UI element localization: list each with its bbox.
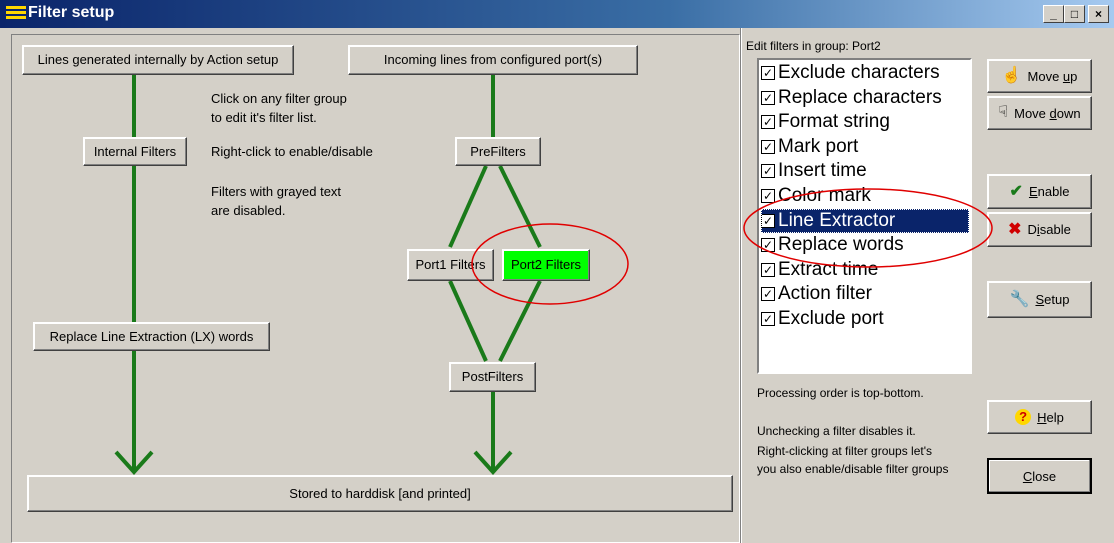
postfilters-button[interactable]: PostFilters [449,362,536,392]
filter-list-item[interactable]: ✓ Exclude characters [761,61,969,85]
port2-filters-button[interactable]: Port2 Filters [502,249,590,281]
move-up-button[interactable]: ☝ Move up [987,59,1092,93]
filter-list-item[interactable]: ✓ Action filter [761,282,969,306]
group-caption: Edit filters in group: Port2 [746,39,881,53]
move-down-button[interactable]: ☟ Move down [987,96,1092,130]
filter-list-item[interactable]: ✓ Replace words [761,233,969,257]
help-button[interactable]: ? Help [987,400,1092,434]
filter-label: Exclude characters [778,62,940,83]
filter-label: Replace words [778,234,904,256]
prefilters-button[interactable]: PreFilters [455,137,541,166]
filter-label: Format string [778,111,890,133]
help-icon: ? [1015,409,1032,425]
filter-list-item[interactable]: ✓ Extract time [761,258,969,282]
filter-list-item[interactable]: ✓ Format string [761,110,969,134]
right-click-note: Right-clicking at filter groups let's yo… [757,444,949,476]
filter-checkbox[interactable]: ✓ [761,164,775,179]
filter-checkbox[interactable]: ✓ [761,66,775,80]
uncheck-note: Unchecking a filter disables it. [757,424,916,438]
enable-button[interactable]: ✔ Enable [987,174,1092,209]
instruction-note-1: Click on any filter group to edit it's f… [211,91,347,125]
filter-label: Color mark [778,185,871,206]
filter-checkbox[interactable]: ✓ [761,262,775,277]
filter-checkbox[interactable]: ✓ [761,189,775,203]
processing-order-note: Processing order is top-bottom. [757,386,924,400]
filter-checkbox[interactable]: ✓ [761,213,775,228]
source-incoming-button[interactable]: Incoming lines from configured port(s) [348,45,638,75]
close-button[interactable]: Close [987,458,1092,494]
filter-list-item[interactable]: ✓ Line Extractor [761,208,969,233]
filter-list-item[interactable]: ✓ Color mark [761,184,969,208]
filter-list-item[interactable]: ✓ Mark port [761,135,969,159]
filter-list-item[interactable]: ✓ Exclude port [761,307,969,331]
internal-filters-button[interactable]: Internal Filters [83,137,187,166]
replace-lx-words-button[interactable]: Replace Line Extraction (LX) words [33,322,270,351]
setup-button[interactable]: 🔧 Setup [987,281,1092,318]
source-internal-button[interactable]: Lines generated internally by Action set… [22,45,294,75]
x-mark-icon: ✖ [1008,220,1022,238]
filter-checkbox[interactable]: ✓ [761,90,775,105]
filter-checkbox[interactable]: ✓ [761,238,775,253]
filter-list-item[interactable]: ✓ Insert time [761,159,969,183]
filter-label: Exclude port [778,308,884,329]
checkmark-icon: ✔ [1009,182,1023,200]
filter-checkbox[interactable]: ✓ [761,115,775,130]
filter-checkbox[interactable]: ✓ [761,312,775,326]
filter-label: Mark port [778,135,859,157]
filter-label: Replace characters [778,86,942,108]
filter-label: Insert time [778,160,867,182]
instruction-note-2: Right-click to enable/disable [211,144,373,159]
filter-list-item[interactable]: ✓ Replace characters [761,86,969,110]
filter-list[interactable]: ✓ Exclude characters ✓ Replace characters ✓ F… [757,58,972,374]
port1-filters-button[interactable]: Port1 Filters [407,249,494,281]
hand-down-icon: ☟ [998,104,1009,121]
filter-label: Extract time [778,258,879,280]
filter-label: Line Extractor [778,209,896,231]
filter-checkbox[interactable]: ✓ [761,139,775,154]
filter-checkbox[interactable]: ✓ [761,287,775,302]
stored-to-harddisk-box: Stored to harddisk [and printed] [27,475,733,512]
wrench-icon: 🔧 [1009,290,1030,308]
disable-button[interactable]: ✖ Disable [987,212,1092,247]
instruction-note-3: Filters with grayed text are disabled. [211,184,342,218]
filter-label: Action filter [778,283,872,305]
hand-up-icon: ☝ [1001,67,1022,84]
